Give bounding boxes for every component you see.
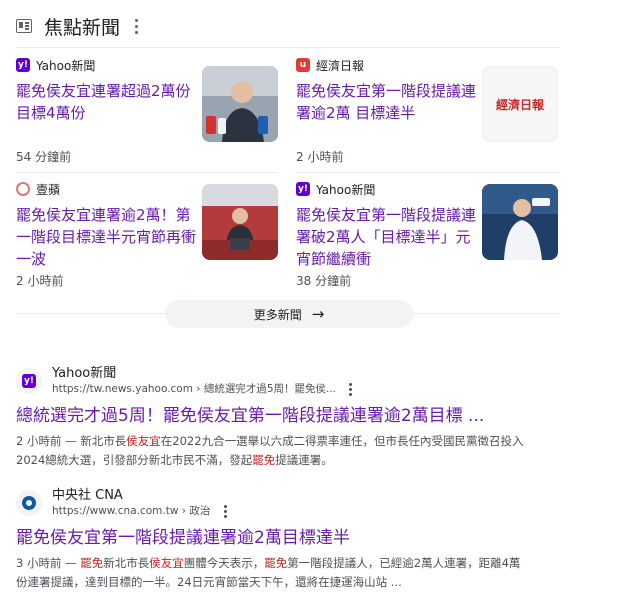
- card-title[interactable]: 罷免侯友宜連署超過2萬份目標4萬份: [16, 80, 196, 124]
- result-url: https://www.cna.com.tw › 政治: [52, 504, 227, 518]
- result-site[interactable]: y! Yahoo新聞 https://tw.news.yahoo.com › 總…: [16, 366, 536, 396]
- card-thumbnail[interactable]: 經濟日報: [482, 66, 558, 142]
- snippet-text: 3 小時前 —: [16, 556, 81, 570]
- section-title: 焦點新聞: [44, 16, 121, 39]
- divider: [16, 47, 560, 48]
- card-time: 54 分鐘前: [16, 150, 72, 164]
- result-title-link[interactable]: 罷免侯友宜第一階段提議連署逾2萬目標達半: [16, 526, 536, 550]
- result-snippet: 2 小時前 — 新北市長侯友宜在2022九合一選舉以六成二得票率連任，但市長任內…: [16, 432, 526, 470]
- nextapple-logo: [16, 182, 30, 196]
- divider: [296, 172, 560, 173]
- arrow-right-icon: →: [311, 305, 325, 323]
- result-site[interactable]: 中央社 CNA https://www.cna.com.tw › 政治: [16, 488, 536, 518]
- news-card[interactable]: y! Yahoo新聞 罷免侯友宜連署超過2萬份目標4萬份 54 分鐘前: [16, 56, 278, 164]
- card-title[interactable]: 罷免侯友宜第一階段提議連署逾2萬 目標達半: [296, 80, 476, 124]
- result-snippet: 3 小時前 — 罷免新北市長侯友宜團體今天表示，罷免第一階段提議人，已經逾2萬人…: [16, 554, 526, 592]
- result-url: https://tw.news.yahoo.com › 總統選完才過5周！罷免侯…: [52, 382, 353, 396]
- card-time: 2 小時前: [296, 150, 344, 164]
- news-card[interactable]: y! Yahoo新聞 罷免侯友宜第一階段提議連署破2萬人「目標達半」元宵節繼續衝…: [296, 180, 558, 288]
- card-title[interactable]: 罷免侯友宜第一階段提議連署破2萬人「目標達半」元宵節繼續衝: [296, 204, 476, 270]
- card-time: 2 小時前: [16, 274, 64, 288]
- snippet-highlight: 侯友宜: [149, 556, 184, 570]
- snippet-highlight: 罷免: [252, 453, 276, 467]
- snippet-text: 提議連署。: [275, 453, 333, 467]
- snippet-text: 團體今天表示，: [183, 556, 265, 570]
- thumbnail-logo-text: 經濟日報: [495, 97, 544, 112]
- divider: [16, 172, 278, 173]
- more-news-label: 更多新聞: [253, 307, 302, 322]
- card-title[interactable]: 罷免侯友宜連署逾2萬！第一階段目標達半元宵節再衝一波: [16, 204, 196, 270]
- result-title-link[interactable]: 總統選完才過5周！罷免侯友宜第一階段提議連署逾2萬目標 ...: [16, 404, 536, 428]
- newspaper-icon: [16, 19, 32, 33]
- more-vert-icon[interactable]: [349, 382, 353, 396]
- top-stories-header: 焦點新聞: [16, 12, 138, 40]
- udn-logo: u: [296, 58, 310, 72]
- result-site-name: Yahoo新聞: [52, 366, 117, 381]
- card-time: 38 分鐘前: [296, 274, 352, 288]
- yahoo-logo: y!: [296, 182, 310, 196]
- yahoo-favicon: y!: [16, 368, 42, 394]
- snippet-highlight: 侯友宜: [126, 434, 161, 448]
- cna-favicon: [16, 490, 42, 516]
- card-source: 經濟日報: [316, 58, 365, 73]
- news-card[interactable]: 壹蘋 罷免侯友宜連署逾2萬！第一階段目標達半元宵節再衝一波 2 小時前: [16, 180, 278, 288]
- card-thumbnail[interactable]: [202, 184, 278, 260]
- more-news-button[interactable]: 更多新聞 →: [165, 300, 413, 328]
- more-vert-icon[interactable]: [134, 18, 138, 34]
- snippet-highlight: 罷免: [264, 556, 288, 570]
- yahoo-logo: y!: [16, 58, 30, 72]
- more-vert-icon[interactable]: [223, 504, 227, 518]
- snippet-highlight: 罷免: [80, 556, 104, 570]
- result-site-name: 中央社 CNA: [52, 488, 123, 503]
- card-source: 壹蘋: [36, 182, 61, 197]
- search-result: y! Yahoo新聞 https://tw.news.yahoo.com › 總…: [16, 366, 536, 470]
- card-thumbnail[interactable]: [202, 66, 278, 142]
- snippet-text: 新北市長: [103, 556, 150, 570]
- card-source: Yahoo新聞: [36, 58, 96, 73]
- search-result: 中央社 CNA https://www.cna.com.tw › 政治 罷免侯友…: [16, 488, 536, 592]
- news-card[interactable]: u 經濟日報 罷免侯友宜第一階段提議連署逾2萬 目標達半 經濟日報 2 小時前: [296, 56, 558, 164]
- card-thumbnail[interactable]: [482, 184, 558, 260]
- card-source: Yahoo新聞: [316, 182, 376, 197]
- snippet-text: 2 小時前 — 新北市長: [16, 434, 127, 448]
